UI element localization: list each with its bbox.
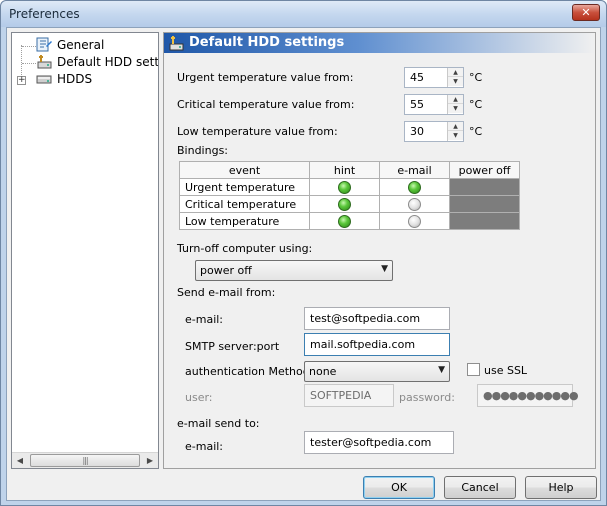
auth-method-select[interactable]: none ▼ <box>304 361 450 382</box>
auth-method-label: authentication Method: <box>185 365 314 378</box>
smtp-server-field[interactable]: mail.softpedia.com <box>304 333 450 356</box>
email-led-icon[interactable] <box>408 180 421 194</box>
critical-temp-value: 55 <box>410 98 424 111</box>
tree-item-hdds[interactable]: HDDS <box>36 71 92 88</box>
tree-connector <box>22 46 36 47</box>
hdd-settings-icon <box>168 35 184 51</box>
critical-temp-label: Critical temperature value from: <box>177 98 355 111</box>
critical-temp-spinner[interactable]: 55 ▲ ▼ <box>404 94 464 115</box>
power-off-cell[interactable] <box>449 178 520 196</box>
power-off-cell[interactable] <box>449 212 520 230</box>
spin-up-icon[interactable]: ▲ <box>448 122 463 131</box>
tree-item-label: General <box>57 38 105 52</box>
chevron-down-icon: ▼ <box>381 264 388 274</box>
password-label: password: <box>399 391 455 404</box>
urgent-temp-unit: °C <box>469 71 483 84</box>
spin-down-icon[interactable]: ▼ <box>448 77 463 86</box>
scroll-right-icon[interactable]: ▶ <box>142 453 158 468</box>
smtp-server-value: mail.softpedia.com <box>310 338 416 351</box>
tree-item-label: HDDS <box>57 72 93 86</box>
user-value: SOFTPEDIA <box>310 389 372 402</box>
column-header-email: e-mail <box>379 161 450 179</box>
tree-expand-hdds-button[interactable]: + <box>17 76 26 85</box>
chevron-down-icon: ▼ <box>438 365 445 375</box>
user-label: user: <box>185 391 213 404</box>
smtp-label: SMTP server:port <box>185 340 280 353</box>
cancel-button[interactable]: Cancel <box>444 476 516 499</box>
help-button[interactable]: Help <box>525 476 597 499</box>
spin-up-icon[interactable]: ▲ <box>448 68 463 77</box>
low-temp-label: Low temperature value from: <box>177 125 338 138</box>
general-icon <box>36 37 52 52</box>
low-temp-value: 30 <box>410 125 424 138</box>
email-to-field[interactable]: tester@softpedia.com <box>304 431 454 454</box>
event-cell: Urgent temperature <box>179 178 310 196</box>
auth-method-value: none <box>309 365 337 378</box>
password-value: ●●●●●●●●●●● <box>483 389 579 402</box>
settings-panel: Default HDD settings Urgent temperature … <box>163 32 596 469</box>
email-led-icon[interactable] <box>408 197 421 211</box>
tree-item-label: Default HDD settin <box>57 55 159 69</box>
power-off-cell[interactable] <box>449 195 520 213</box>
panel-header: Default HDD settings <box>164 33 595 53</box>
title-bar[interactable]: Preferences ✕ <box>1 1 606 27</box>
tree-connector <box>22 63 36 64</box>
send-to-label: e-mail send to: <box>177 417 260 430</box>
table-row: Critical temperature <box>179 195 520 213</box>
critical-temp-unit: °C <box>469 98 483 111</box>
use-ssl-label: use SSL <box>484 364 528 377</box>
hint-led-icon[interactable] <box>338 180 351 194</box>
column-header-hint: hint <box>309 161 380 179</box>
urgent-temp-value: 45 <box>410 71 424 84</box>
email-from-label: e-mail: <box>185 313 224 326</box>
hint-led-icon[interactable] <box>338 197 351 211</box>
table-row: Low temperature <box>179 212 520 230</box>
turnoff-method-select[interactable]: power off ▼ <box>195 260 393 281</box>
urgent-temp-spinner[interactable]: 45 ▲ ▼ <box>404 67 464 88</box>
bindings-table: event hint e-mail power off Urgent tempe… <box>179 161 520 230</box>
table-row: Urgent temperature <box>179 178 520 196</box>
hdd-icon <box>36 71 52 85</box>
column-header-event: event <box>179 161 310 179</box>
window-title: Preferences <box>9 7 80 21</box>
tree-item-general[interactable]: General <box>36 37 104 54</box>
turnoff-method-value: power off <box>200 264 252 277</box>
column-header-power-off: power off <box>449 161 520 179</box>
hint-led-icon[interactable] <box>338 214 351 228</box>
scroll-left-icon[interactable]: ◀ <box>12 453 28 468</box>
bindings-label: Bindings: <box>177 144 229 157</box>
low-temp-spinner[interactable]: 30 ▲ ▼ <box>404 121 464 142</box>
email-from-value: test@softpedia.com <box>310 312 421 325</box>
password-field[interactable]: ●●●●●●●●●●● <box>477 384 579 407</box>
low-temp-unit: °C <box>469 125 483 138</box>
spin-up-icon[interactable]: ▲ <box>448 95 463 104</box>
close-button[interactable]: ✕ <box>572 4 600 21</box>
ok-button[interactable]: OK <box>363 476 435 499</box>
email-to-value: tester@softpedia.com <box>310 436 432 449</box>
tree-item-default-hdd-settings[interactable]: Default HDD settin <box>36 54 159 71</box>
event-cell: Low temperature <box>179 212 310 230</box>
use-ssl-checkbox[interactable] <box>467 363 480 376</box>
urgent-temp-label: Urgent temperature value from: <box>177 71 354 84</box>
email-to-label: e-mail: <box>185 440 224 453</box>
event-cell: Critical temperature <box>179 195 310 213</box>
email-led-icon[interactable] <box>408 214 421 228</box>
spin-down-icon[interactable]: ▼ <box>448 131 463 140</box>
turnoff-label: Turn-off computer using: <box>177 242 313 255</box>
scroll-thumb[interactable]: ||| <box>30 454 140 467</box>
client-area: General Default HDD settin + HDDS ◀ ||| … <box>6 27 601 501</box>
tree-horizontal-scrollbar[interactable]: ◀ ||| ▶ <box>12 452 158 468</box>
user-field[interactable]: SOFTPEDIA <box>304 384 394 407</box>
panel-title: Default HDD settings <box>189 35 345 50</box>
preferences-window: Preferences ✕ General Default HDD settin… <box>0 0 607 506</box>
email-from-field[interactable]: test@softpedia.com <box>304 307 450 330</box>
send-from-label: Send e-mail from: <box>177 286 276 299</box>
spin-down-icon[interactable]: ▼ <box>448 104 463 113</box>
hdd-settings-icon <box>36 54 52 69</box>
settings-tree[interactable]: General Default HDD settin + HDDS ◀ ||| … <box>11 32 159 469</box>
